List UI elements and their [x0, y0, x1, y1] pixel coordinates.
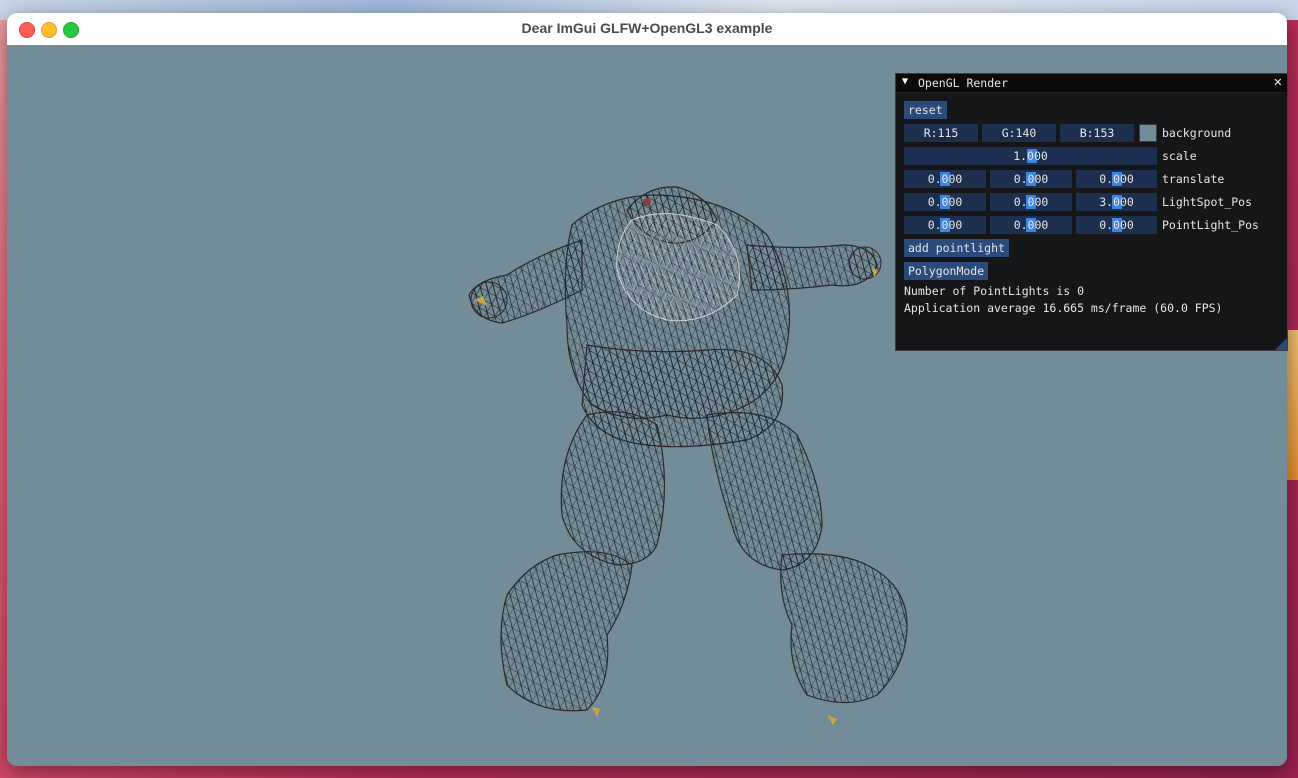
close-icon[interactable]: ✕: [1274, 74, 1282, 90]
opengl-render-panel: ▼ OpenGL Render ✕ reset R:115 G:140 B:15…: [895, 73, 1288, 351]
pointlight-z-slider[interactable]: 0.000: [1076, 216, 1157, 234]
add-pointlight-button[interactable]: add pointlight: [904, 239, 1009, 257]
translate-x-slider[interactable]: 0.000: [904, 170, 986, 188]
background-b-field[interactable]: B:153: [1060, 124, 1134, 142]
background-r-field[interactable]: R:115: [904, 124, 978, 142]
pointlight-x-slider[interactable]: 0.000: [904, 216, 986, 234]
framerate-text: Application average 16.665 ms/frame (60.…: [904, 301, 1223, 315]
panel-titlebar[interactable]: ▼ OpenGL Render ✕: [896, 74, 1287, 93]
translate-z-slider[interactable]: 0.000: [1076, 170, 1157, 188]
lightspot-z-slider[interactable]: 3.000: [1076, 193, 1157, 211]
lightspot-y-slider[interactable]: 0.000: [990, 193, 1072, 211]
scale-slider[interactable]: 1.000: [904, 147, 1157, 165]
translate-y-slider[interactable]: 0.000: [990, 170, 1072, 188]
lightspot-pos-label: LightSpot_Pos: [1162, 195, 1253, 209]
translate-label: translate: [1162, 172, 1225, 186]
background-g-field[interactable]: G:140: [982, 124, 1056, 142]
panel-title: OpenGL Render: [918, 76, 1009, 90]
scale-label: scale: [1162, 149, 1197, 163]
reset-button[interactable]: reset: [904, 101, 947, 119]
background-color-swatch[interactable]: [1139, 124, 1157, 142]
panel-resize-grip[interactable]: [1275, 338, 1287, 350]
lightspot-x-slider[interactable]: 0.000: [904, 193, 986, 211]
background-label: background: [1162, 126, 1232, 140]
pointlight-y-slider[interactable]: 0.000: [990, 216, 1072, 234]
pointlight-pos-label: PointLight_Pos: [1162, 218, 1259, 232]
window-title: Dear ImGui GLFW+OpenGL3 example: [521, 20, 773, 36]
window-titlebar[interactable]: Dear ImGui GLFW+OpenGL3 example: [7, 13, 1287, 46]
polygonmode-button[interactable]: PolygonMode: [904, 262, 989, 280]
pointlights-count-text: Number of PointLights is 0: [904, 284, 1085, 298]
triangle-down-icon[interactable]: ▼: [902, 76, 908, 87]
